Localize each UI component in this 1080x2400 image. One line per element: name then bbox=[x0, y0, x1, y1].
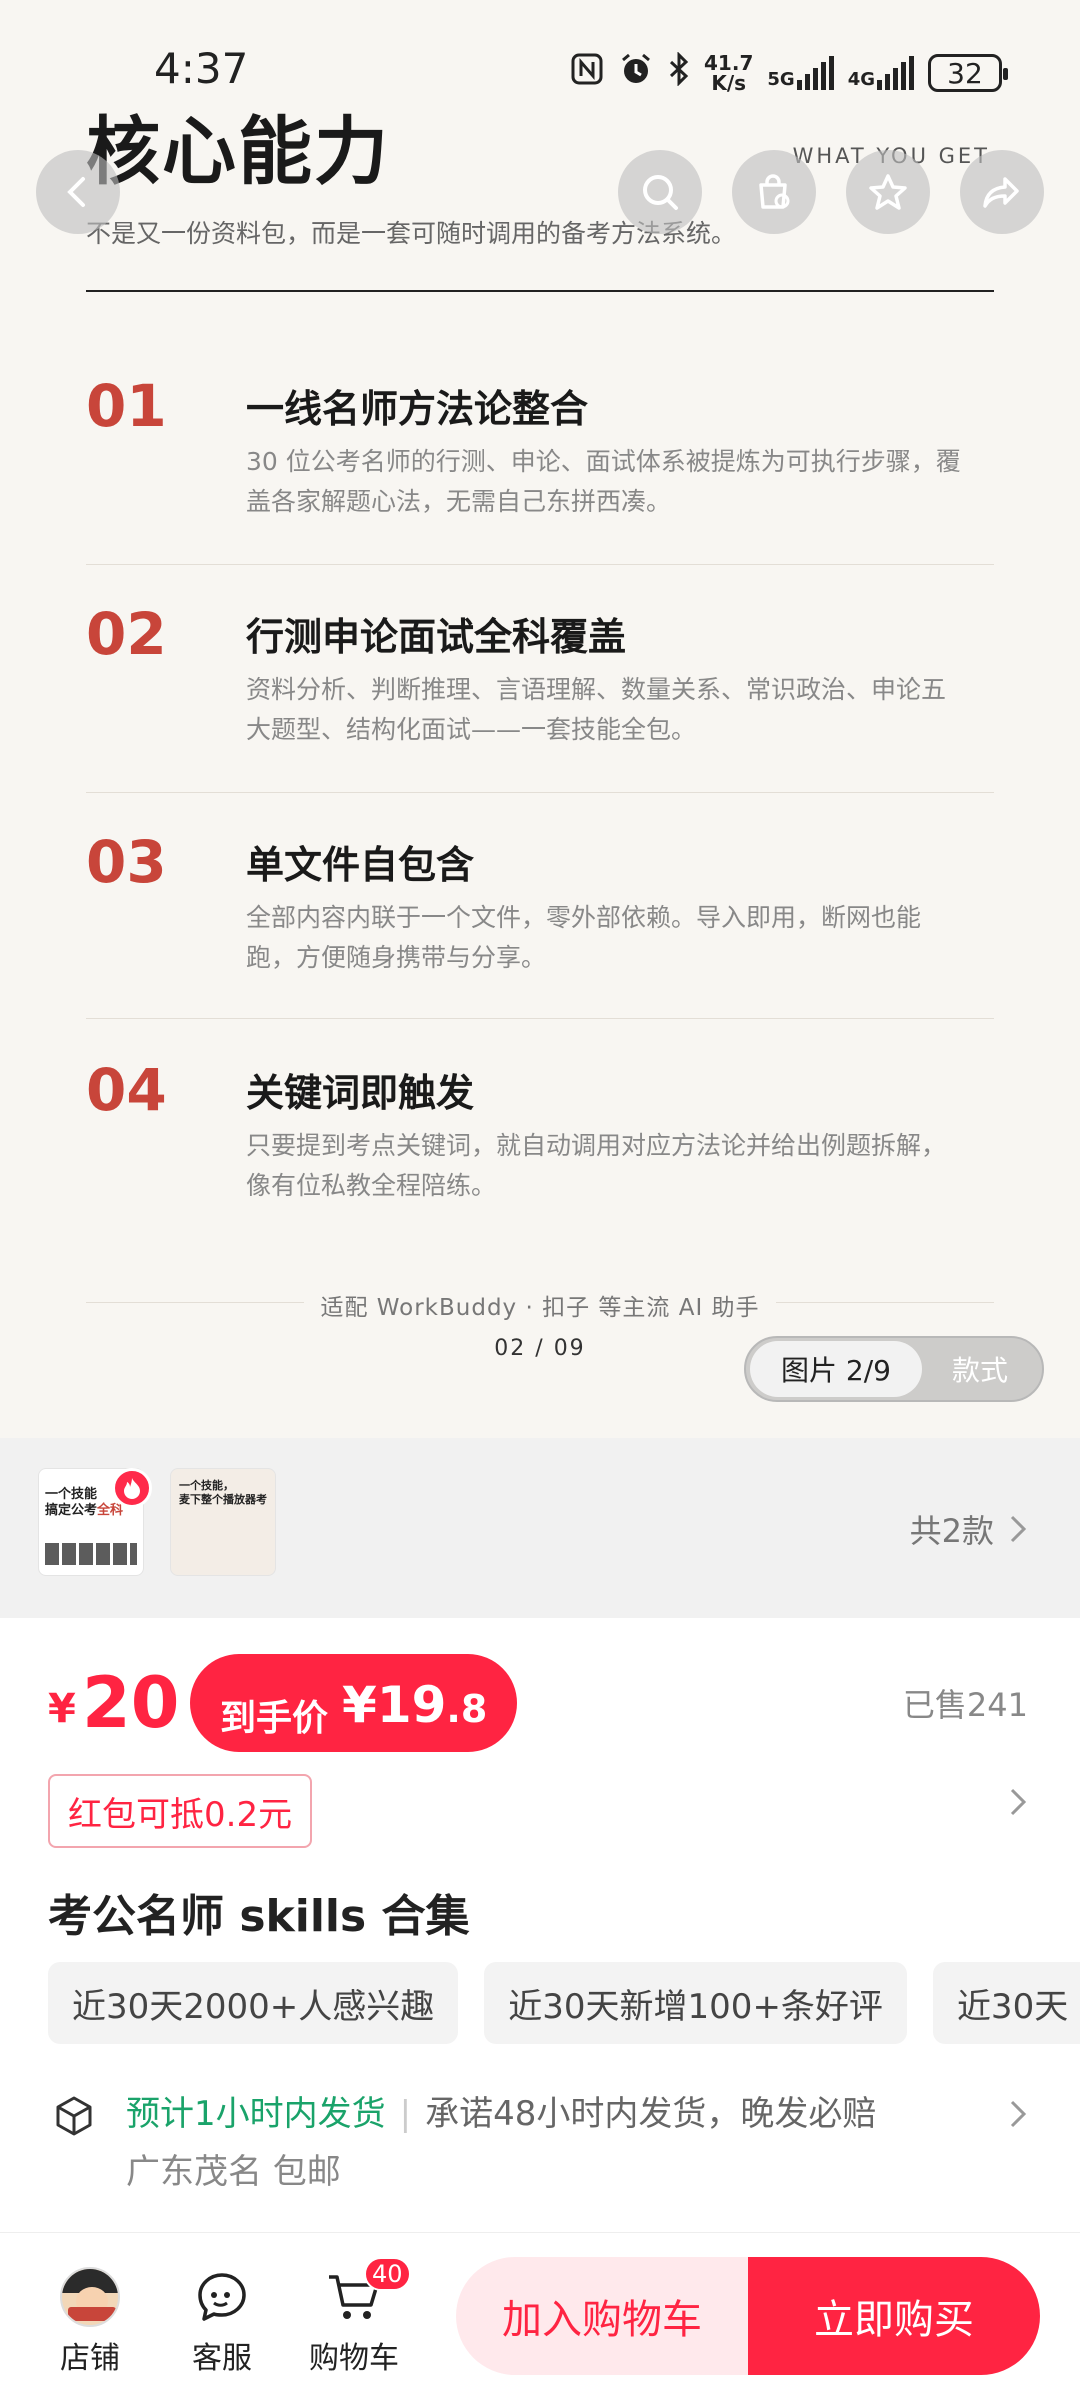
nav-service[interactable]: 客服 bbox=[162, 2263, 282, 2377]
product-tag: 近30天 bbox=[932, 1962, 1080, 2044]
favorite-button[interactable] bbox=[846, 150, 930, 234]
sold-count: 已售241 bbox=[902, 1686, 1028, 1724]
feature-divider bbox=[86, 564, 994, 565]
feature-title: 关键词即触发 bbox=[246, 1071, 475, 1115]
feature-number: 02 bbox=[86, 600, 167, 668]
search-button[interactable] bbox=[618, 150, 702, 234]
product-tag: 近30天2000+人感兴趣 bbox=[48, 1962, 459, 2044]
add-to-cart-button[interactable]: 加入购物车 bbox=[456, 2257, 748, 2375]
feature-description: 30 位公考名师的行测、申论、面试体系被提炼为可执行步骤，覆盖各家解题心法，无需… bbox=[246, 447, 961, 516]
back-button[interactable] bbox=[36, 150, 120, 234]
final-price-label: 到手价 bbox=[220, 1698, 329, 1739]
bottom-action-bar: 店铺 客服 购物车 40 加入购物车 立即购买 bbox=[0, 2232, 1080, 2400]
final-price-badge: 到手价 ¥19.8 bbox=[190, 1654, 518, 1752]
feature-item: 04 关键词即触发 只要提到考点关键词，就自动调用对应方法论并给出例题拆解，像有… bbox=[86, 1056, 994, 1256]
feature-item: 01 一线名师方法论整合 30 位公考名师的行测、申论、面试体系被提炼为可执行步… bbox=[86, 372, 994, 572]
feature-description: 全部内容内联于一个文件，零外部依赖。导入即用，断网也能跑，方便随身携带与分享。 bbox=[246, 903, 922, 972]
chevron-left-icon bbox=[67, 177, 85, 207]
toggle-images[interactable]: 图片 2/9 bbox=[750, 1341, 922, 1397]
feature-title: 单文件自包含 bbox=[246, 843, 475, 887]
product-title: 考公名师 skills 合集 bbox=[48, 1891, 470, 1942]
price-value: 20 bbox=[82, 1662, 180, 1744]
store-avatar bbox=[60, 2267, 120, 2327]
product-tag: 近30天新增100+条好评 bbox=[484, 1962, 907, 2044]
ship-location: 广东茂名 包邮 bbox=[126, 2152, 341, 2192]
chevron-right-icon bbox=[1010, 1515, 1027, 1543]
variant-thumbnail[interactable]: 一个技能， 麦下整个播放器考 bbox=[170, 1468, 276, 1576]
feature-divider bbox=[86, 792, 994, 793]
feature-item: 02 行测申论面试全科覆盖 资料分析、判断推理、言语理解、数量关系、常识政治、申… bbox=[86, 600, 994, 800]
feature-divider bbox=[86, 1018, 994, 1019]
toggle-styles[interactable]: 款式 bbox=[922, 1349, 1038, 1389]
status-time: 4:37 bbox=[154, 44, 249, 93]
chat-icon bbox=[198, 2273, 246, 2321]
feature-item: 03 单文件自包含 全部内容内联于一个文件，零外部依赖。导入即用，断网也能跑，方… bbox=[86, 828, 994, 1028]
status-icons: 41.7 K/s 5G 4G 32 bbox=[570, 50, 1008, 96]
feature-description: 资料分析、判断推理、言语理解、数量关系、常识政治、申论五大题型、结构化面试——一… bbox=[246, 675, 947, 744]
nav-cart[interactable]: 购物车 40 bbox=[294, 2257, 414, 2377]
feature-title: 行测申论面试全科覆盖 bbox=[246, 615, 627, 659]
share-button[interactable] bbox=[960, 150, 1044, 234]
nav-store[interactable]: 店铺 bbox=[30, 2263, 150, 2377]
signal-4g-icon: 4G bbox=[848, 56, 914, 90]
star-icon bbox=[869, 174, 907, 210]
signal-5g-icon: 5G bbox=[767, 56, 834, 90]
image-style-toggle[interactable]: 图片 2/9 款式 bbox=[744, 1336, 1044, 1402]
ship-promise: 承诺48小时内发货，晚发必赔 bbox=[425, 2094, 877, 2134]
feature-number: 03 bbox=[86, 828, 167, 896]
bluetooth-icon bbox=[668, 51, 690, 94]
compat-note: 适配 WorkBuddy · 扣子 等主流 AI 助手 bbox=[320, 1295, 760, 1321]
product-image-carousel[interactable]: 4:37 41.7K/s 5G 4G 32 核心能力 WHAT YOU GET bbox=[0, 0, 1080, 1438]
feature-number: 04 bbox=[86, 1056, 167, 1124]
share-icon bbox=[983, 177, 1019, 208]
alarm-icon bbox=[618, 51, 654, 95]
shipping-chevron-icon[interactable] bbox=[1008, 2098, 1028, 2134]
feature-description: 只要提到考点关键词，就自动调用对应方法论并给出例题拆解，像有位私教全程陪练。 bbox=[246, 1131, 947, 1200]
battery-icon: 32 bbox=[928, 54, 1008, 92]
nfc-icon bbox=[570, 52, 604, 94]
buy-now-button[interactable]: 立即购买 bbox=[748, 2257, 1040, 2375]
feature-number: 01 bbox=[86, 372, 167, 440]
variant-count-link[interactable]: 共2款 bbox=[910, 1506, 1028, 1552]
search-icon bbox=[643, 175, 678, 210]
ship-eta: 预计1小时内发货 bbox=[126, 2094, 386, 2134]
shop-bag-button[interactable] bbox=[732, 150, 816, 234]
hero-title: 核心能力 bbox=[86, 109, 390, 195]
final-price-value: ¥19.8 bbox=[342, 1676, 488, 1734]
product-tags: 近30天2000+人感兴趣 近30天新增100+条好评 近30天 bbox=[48, 1962, 1080, 2044]
price-currency: ¥ bbox=[48, 1686, 76, 1732]
shopping-bag-icon bbox=[759, 174, 790, 209]
coupon-chevron-icon[interactable] bbox=[1008, 1786, 1028, 1822]
package-icon bbox=[52, 2094, 96, 2142]
feature-title: 一线名师方法论整合 bbox=[246, 387, 589, 431]
cart-count-badge: 40 bbox=[364, 2257, 411, 2291]
hero-divider bbox=[86, 290, 994, 292]
net-speed: 41.7 K/s bbox=[704, 51, 754, 95]
hot-badge-icon bbox=[112, 1468, 152, 1508]
coupon-badge[interactable]: 红包可抵0.2元 bbox=[48, 1774, 313, 1848]
